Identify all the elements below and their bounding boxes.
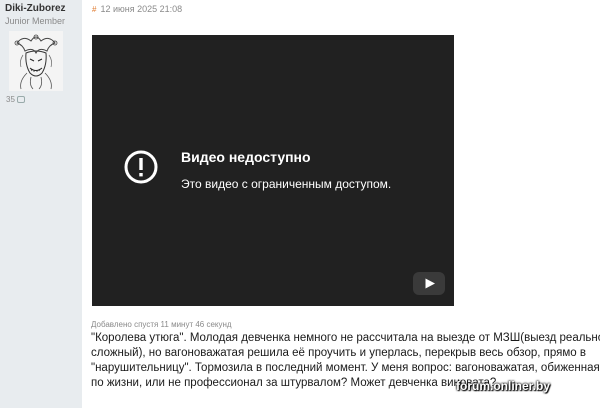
- post-count: 35: [6, 95, 25, 104]
- post-date[interactable]: 12 июня 2025 21:08: [100, 4, 182, 14]
- post-text-line: "Королева утюга". Молодая девченка немно…: [91, 332, 600, 344]
- post-anchor-icon[interactable]: #: [92, 5, 96, 14]
- youtube-icon[interactable]: [413, 272, 445, 295]
- video-unavailable-title: Видео недоступно: [181, 149, 311, 165]
- site-watermark: forum.onliner.by: [456, 379, 551, 393]
- exclamation-circle-icon: [124, 150, 158, 184]
- edited-note: Добавлено спустя 11 минут 46 секунд: [91, 320, 232, 329]
- author-rank: Junior Member: [5, 16, 66, 26]
- post-text-line: сложный), но вагоноважатая решила её про…: [91, 347, 586, 359]
- video-unavailable-subtitle: Это видео с ограниченным доступом.: [181, 177, 392, 191]
- comment-bubble-icon: [16, 96, 25, 103]
- author-username[interactable]: Diki-Zuborez: [5, 3, 66, 14]
- post-meta: # 12 июня 2025 21:08: [92, 4, 182, 14]
- author-sidebar: Diki-Zuborez Junior Member 35: [0, 0, 82, 408]
- post-count-value: 35: [6, 95, 15, 104]
- jester-avatar-image: [9, 31, 63, 91]
- video-player[interactable]: Видео недоступно Это видео с ограниченны…: [92, 35, 454, 306]
- avatar[interactable]: [9, 31, 63, 91]
- post-text-line: "нарушительницу". Тормозила в последний …: [91, 362, 600, 374]
